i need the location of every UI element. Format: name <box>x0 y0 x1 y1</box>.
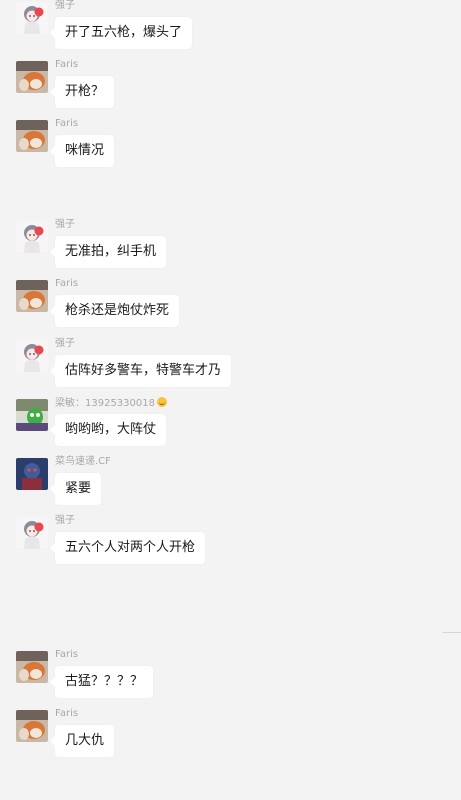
chat-message: Faris 开枪？ <box>0 59 461 117</box>
sender-name: 菜鸟速递.CF <box>55 456 111 467</box>
message-bubble[interactable]: 枪杀还是炮仗炸死 <box>49 295 180 327</box>
chat-message: 菜鸟速递.CF 紧要 <box>0 456 461 514</box>
cat-photo-avatar-icon[interactable] <box>16 280 48 312</box>
message-text: 几大仇 <box>65 733 105 748</box>
sender-name: 梁敏：13925330018 <box>55 397 167 410</box>
anime-girl-avatar-icon[interactable] <box>16 2 48 34</box>
chat-message: Faris 几大仇 <box>0 708 461 766</box>
sender-name: 强子 <box>55 338 75 349</box>
sender-name: Faris <box>55 708 79 719</box>
sender-name: 强子 <box>55 219 75 230</box>
sender-name: 强子 <box>55 0 75 11</box>
sender-name: Faris <box>55 649 79 660</box>
message-bubble[interactable]: 无准拍，纠手机 <box>49 236 167 268</box>
chat-message: 强子 开了五六枪，爆头了 <box>0 0 461 58</box>
green-character-avatar-icon[interactable] <box>16 399 48 431</box>
smile-emoji-icon <box>157 397 167 407</box>
anime-girl-avatar-icon[interactable] <box>16 517 48 549</box>
sender-name: Faris <box>55 118 79 129</box>
chat-message: 梁敏：13925330018 哟哟哟，大阵仗 <box>0 397 461 455</box>
chat-message: 强子 估阵好多警车，特警车才乃 <box>0 338 461 396</box>
chat-message: Faris 枪杀还是炮仗炸死 <box>0 278 461 336</box>
divider <box>442 632 461 633</box>
message-text: 咪情况 <box>65 143 105 158</box>
message-text: 开枪？ <box>65 84 105 99</box>
message-text: 五六个人对两个人开枪 <box>65 540 196 555</box>
sender-name: 强子 <box>55 515 75 526</box>
message-text: 古猛？？？？ <box>65 674 144 689</box>
chat-message: 强子 无准拍，纠手机 <box>0 219 461 277</box>
message-text: 开了五六枪，爆头了 <box>65 25 183 40</box>
message-text: 枪杀还是炮仗炸死 <box>65 303 170 318</box>
cat-photo-avatar-icon[interactable] <box>16 651 48 683</box>
message-text: 无准拍，纠手机 <box>65 244 157 259</box>
message-text: 紧要 <box>65 481 92 496</box>
message-text: 估阵好多警车，特警车才乃 <box>65 363 222 378</box>
cat-photo-avatar-icon[interactable] <box>16 120 48 152</box>
message-bubble[interactable]: 咪情况 <box>49 135 115 167</box>
chat-message: Faris 古猛？？？？ <box>0 649 461 707</box>
message-bubble[interactable]: 哟哟哟，大阵仗 <box>49 414 167 446</box>
chat-message: 强子 五六个人对两个人开枪 <box>0 515 461 573</box>
message-bubble[interactable]: 开枪？ <box>49 76 115 108</box>
message-bubble[interactable]: 几大仇 <box>49 725 115 757</box>
cat-photo-avatar-icon[interactable] <box>16 710 48 742</box>
anime-girl-avatar-icon[interactable] <box>16 340 48 372</box>
message-bubble[interactable]: 五六个人对两个人开枪 <box>49 532 206 564</box>
message-bubble[interactable]: 开了五六枪，爆头了 <box>49 17 193 49</box>
game-character-avatar-icon[interactable] <box>16 458 48 490</box>
message-bubble[interactable]: 古猛？？？？ <box>49 666 154 698</box>
anime-girl-avatar-icon[interactable] <box>16 221 48 253</box>
sender-name: Faris <box>55 278 79 289</box>
message-bubble[interactable]: 估阵好多警车，特警车才乃 <box>49 355 232 387</box>
message-text: 哟哟哟，大阵仗 <box>65 422 157 437</box>
sender-name: Faris <box>55 59 79 70</box>
chat-message: Faris 咪情况 <box>0 118 461 176</box>
cat-photo-avatar-icon[interactable] <box>16 61 48 93</box>
message-bubble[interactable]: 紧要 <box>49 473 102 505</box>
